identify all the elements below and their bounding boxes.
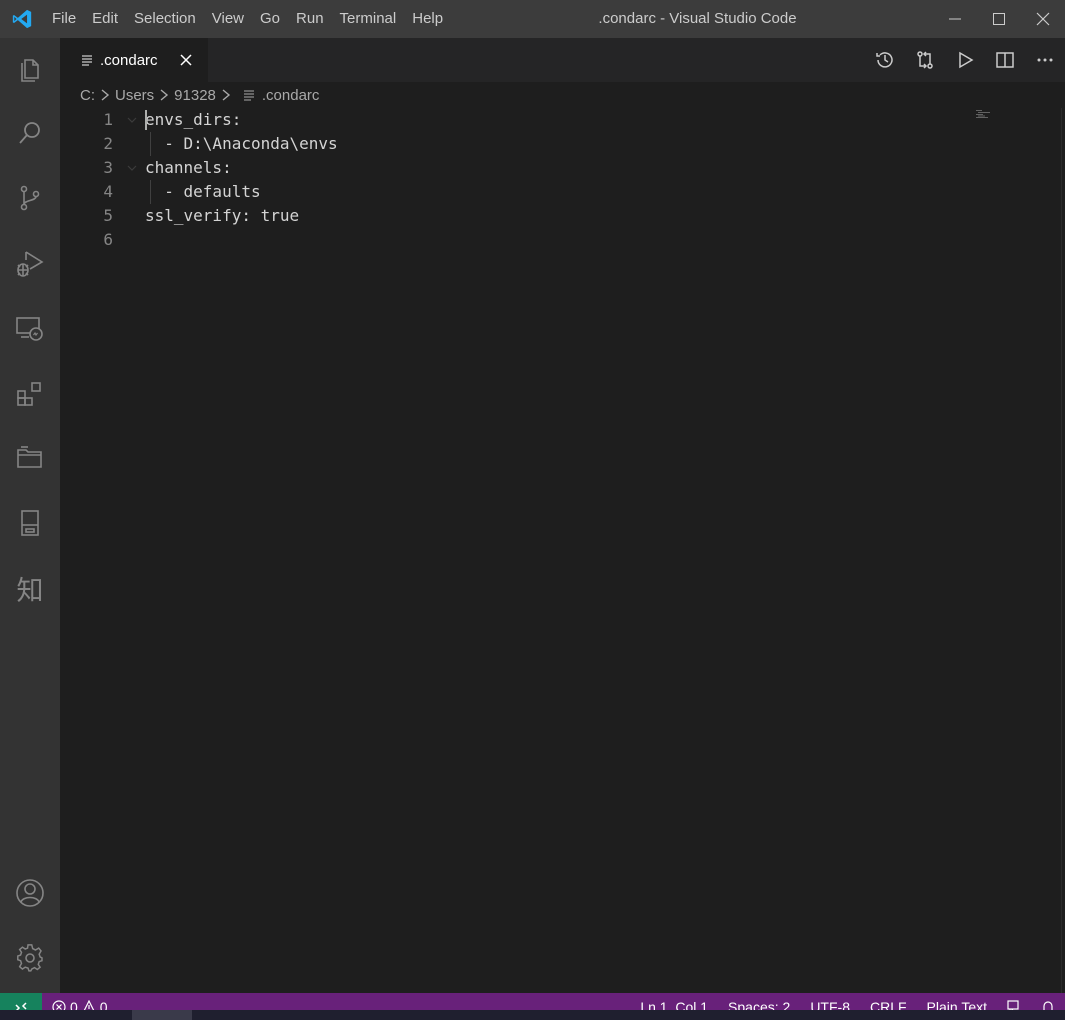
close-icon (180, 54, 192, 66)
folders-icon[interactable] (0, 430, 60, 486)
overview-ruler[interactable] (1061, 108, 1062, 993)
code-text: channels: (145, 158, 232, 177)
breadcrumb-users[interactable]: Users (115, 87, 154, 104)
title-bar: File Edit Selection View Go Run Terminal… (0, 0, 1065, 38)
menu-selection[interactable]: Selection (126, 0, 204, 38)
close-window-button[interactable] (1021, 0, 1065, 38)
chevron-right-icon (98, 88, 112, 102)
chevron-right-icon (219, 88, 233, 102)
code-line: 1 envs_dirs: (60, 108, 960, 132)
menu-help[interactable]: Help (404, 0, 451, 38)
source-control-icon[interactable] (0, 170, 60, 226)
menu-terminal[interactable]: Terminal (332, 0, 405, 38)
tab-close-button[interactable] (176, 50, 196, 70)
code-line: 6 (60, 228, 960, 252)
code-text: ssl_verify: true (145, 206, 300, 225)
line-number: 4 (103, 182, 113, 201)
editor-actions (865, 38, 1065, 82)
line-number: 5 (103, 206, 113, 225)
notebook-icon[interactable] (0, 495, 60, 551)
timeline-button[interactable] (865, 38, 905, 82)
menu-view[interactable]: View (204, 0, 252, 38)
code-editor[interactable]: 1 envs_dirs: 2 - D:\Anaconda\envs 3 chan… (60, 108, 1065, 993)
compare-icon (917, 51, 933, 69)
compare-changes-button[interactable] (905, 38, 945, 82)
timeline-icon (876, 52, 893, 68)
os-taskbar-item[interactable] (132, 1010, 192, 1020)
minimize-icon (949, 18, 961, 20)
breadcrumb-file[interactable]: .condarc (262, 87, 320, 104)
editor-tab-bar: .condarc (60, 38, 1065, 82)
fold-chevron-icon[interactable] (126, 108, 138, 132)
menu-bar: File Edit Selection View Go Run Terminal… (44, 0, 451, 38)
run-debug-icon[interactable] (0, 235, 60, 291)
line-number: 1 (103, 110, 113, 129)
run-button[interactable] (945, 38, 985, 82)
zhihu-glyph: 知 (16, 575, 44, 607)
text-cursor (145, 110, 147, 130)
line-number: 3 (103, 158, 113, 177)
minimap[interactable] (976, 110, 996, 118)
breadcrumb: C: Users 91328 .condarc (60, 82, 1065, 108)
tab-label: .condarc (100, 51, 158, 69)
breadcrumb-user-folder[interactable]: 91328 (174, 87, 216, 104)
line-number: 2 (103, 134, 113, 153)
line-number: 6 (103, 230, 113, 249)
activity-bar: 知 (0, 38, 60, 993)
window-controls (933, 0, 1065, 38)
plain-text-file-icon (82, 55, 92, 66)
minimize-button[interactable] (933, 0, 977, 38)
code-text: - defaults (145, 182, 261, 201)
menu-edit[interactable]: Edit (84, 0, 126, 38)
zhihu-icon[interactable]: 知 (0, 560, 60, 616)
more-actions-icon (1037, 58, 1053, 62)
code-line: 5 ssl_verify: true (60, 204, 960, 228)
fold-chevron-icon[interactable] (126, 156, 138, 180)
extensions-icon[interactable] (0, 365, 60, 421)
maximize-button[interactable] (977, 0, 1021, 38)
code-line: 3 channels: (60, 156, 960, 180)
close-icon (1036, 12, 1050, 26)
remote-explorer-icon[interactable] (0, 300, 60, 356)
plain-text-file-icon (242, 88, 256, 102)
code-line: 4 - defaults (60, 180, 960, 204)
settings-gear-icon[interactable] (0, 930, 60, 986)
split-editor-button[interactable] (985, 38, 1025, 82)
menu-file[interactable]: File (44, 0, 84, 38)
code-text: envs_dirs: (145, 110, 242, 129)
explorer-icon[interactable] (0, 40, 60, 96)
search-icon[interactable] (0, 105, 60, 161)
chevron-right-icon (157, 88, 171, 102)
split-editor-icon (996, 52, 1014, 68)
more-actions-button[interactable] (1025, 38, 1065, 82)
tab-condarc[interactable]: .condarc (60, 38, 208, 82)
menu-run[interactable]: Run (288, 0, 332, 38)
run-icon (959, 51, 974, 69)
vscode-logo-icon[interactable] (0, 0, 44, 38)
menu-go[interactable]: Go (252, 0, 288, 38)
code-line: 2 - D:\Anaconda\envs (60, 132, 960, 156)
account-icon[interactable] (0, 865, 60, 921)
maximize-icon (993, 13, 1005, 25)
code-text: - D:\Anaconda\envs (145, 134, 338, 153)
breadcrumb-drive[interactable]: C: (80, 87, 95, 104)
